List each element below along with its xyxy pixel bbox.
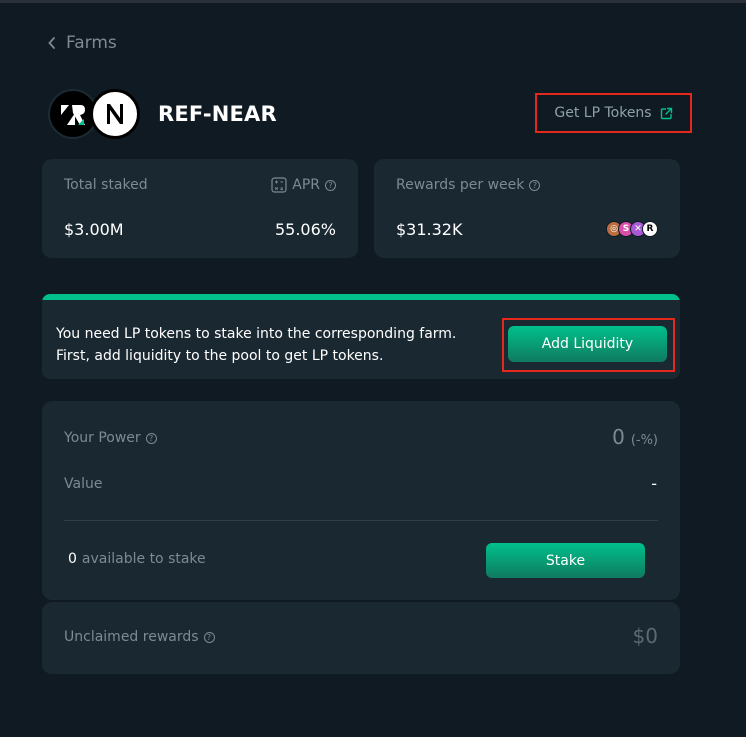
external-link-icon [660, 107, 672, 119]
available-amount: 0 [68, 551, 77, 567]
apr-label-group: APR ? [271, 177, 336, 193]
chevron-left-icon [48, 37, 55, 49]
your-power-label-group: Your Power ? [64, 430, 157, 446]
add-liquidity-button[interactable]: Add Liquidity [508, 326, 667, 362]
available-label: available to stake [81, 551, 206, 567]
staked-apr-card: Total staked APR ? $3.00M 55.06% [42, 159, 358, 258]
top-border [0, 0, 746, 3]
stake-button[interactable]: Stake [486, 543, 645, 578]
calculator-icon[interactable] [271, 177, 287, 193]
your-power-value-group: 0 (-%) [612, 425, 658, 449]
unclaimed-rewards-card: Unclaimed rewards ? $0 [42, 602, 680, 674]
info-icon[interactable]: ? [529, 179, 541, 191]
reward-tokens: ◎ S ✕ R [606, 221, 658, 237]
back-label: Farms [66, 33, 117, 53]
rewards-label-group: Rewards per week ? [396, 177, 541, 193]
rewards-value: $31.32K [396, 220, 463, 239]
your-power-label: Your Power [64, 430, 141, 446]
apr-value: 55.06% [274, 220, 336, 239]
available-to-stake: 0 available to stake [68, 551, 206, 567]
info-icon[interactable]: ? [325, 179, 336, 191]
value-label: Value [64, 476, 103, 492]
notice-text: You need LP tokens to stake into the cor… [56, 326, 457, 364]
total-staked-label: Total staked [64, 177, 148, 193]
info-icon[interactable]: ? [145, 432, 157, 444]
rewards-label: Rewards per week [396, 177, 525, 193]
divider [64, 520, 658, 521]
get-lp-tokens-link[interactable]: Get LP Tokens [535, 93, 692, 133]
unclaimed-label: Unclaimed rewards [64, 629, 199, 645]
your-power-percent: (-%) [630, 433, 658, 448]
pair-header: REF-NEAR [48, 88, 277, 140]
pair-title: REF-NEAR [158, 102, 277, 126]
get-lp-tokens-label: Get LP Tokens [554, 105, 652, 121]
apr-label: APR [292, 177, 320, 193]
rewards-card: Rewards per week ? $31.32K ◎ S ✕ R [374, 159, 680, 258]
back-to-farms-link[interactable]: Farms [48, 33, 117, 53]
unclaimed-value: $0 [632, 624, 658, 648]
value-value: - [651, 474, 657, 493]
unclaimed-label-group: Unclaimed rewards ? [64, 629, 215, 645]
notice-accent-bar [42, 294, 680, 300]
total-staked-value: $3.00M [64, 220, 124, 239]
your-power-value: 0 [612, 425, 625, 449]
reward-token-4-icon: R [642, 221, 658, 237]
near-token-logo [90, 89, 140, 139]
info-icon[interactable]: ? [203, 631, 215, 643]
